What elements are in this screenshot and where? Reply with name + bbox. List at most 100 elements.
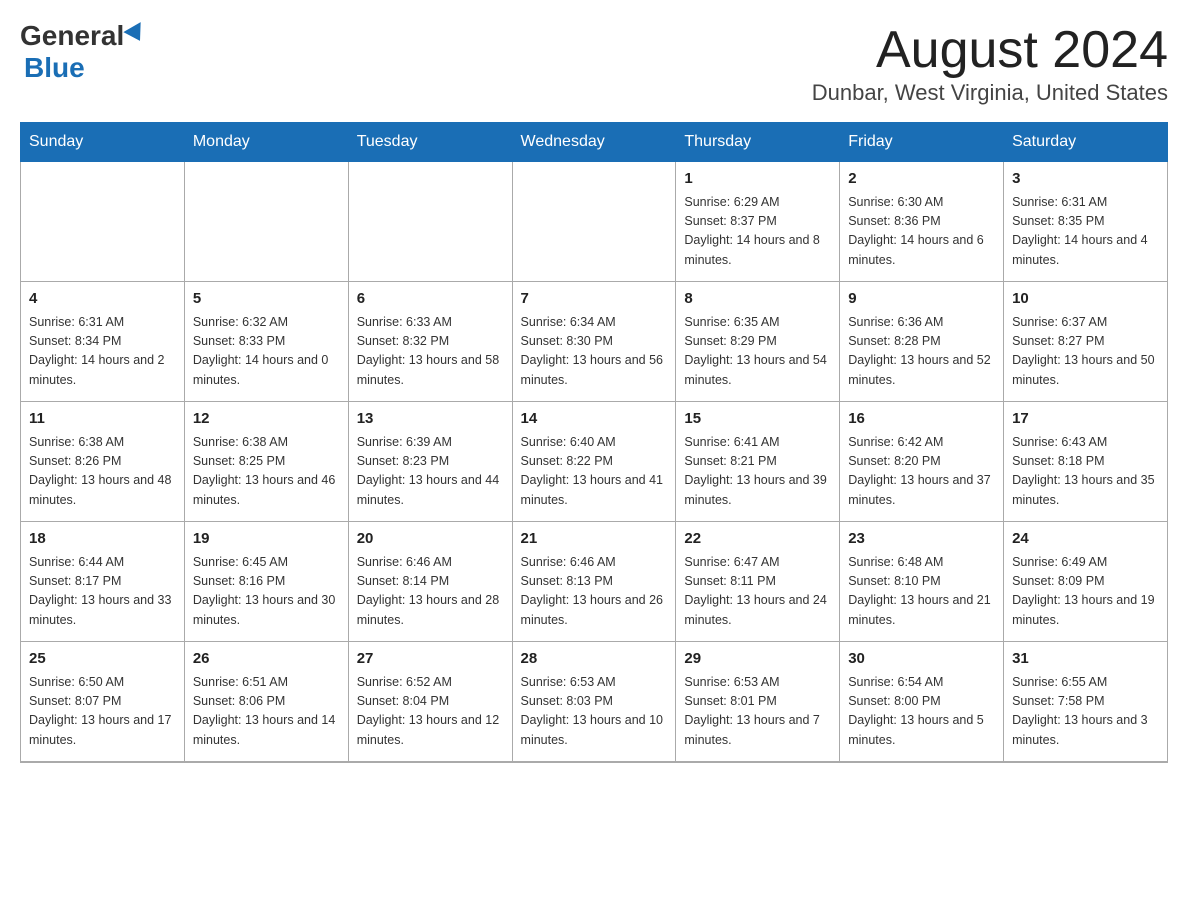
calendar-cell: 2Sunrise: 6:30 AM Sunset: 8:36 PM Daylig… bbox=[840, 162, 1004, 282]
day-number: 27 bbox=[357, 648, 504, 671]
day-info: Sunrise: 6:34 AM Sunset: 8:30 PM Dayligh… bbox=[521, 313, 668, 391]
header-day-sunday: Sunday bbox=[21, 123, 185, 162]
calendar-cell: 8Sunrise: 6:35 AM Sunset: 8:29 PM Daylig… bbox=[676, 282, 840, 402]
day-info: Sunrise: 6:53 AM Sunset: 8:01 PM Dayligh… bbox=[684, 673, 831, 751]
page-header: General Blue August 2024 Dunbar, West Vi… bbox=[20, 20, 1168, 106]
calendar-cell bbox=[184, 162, 348, 282]
day-number: 7 bbox=[521, 288, 668, 311]
day-number: 13 bbox=[357, 408, 504, 431]
day-info: Sunrise: 6:31 AM Sunset: 8:35 PM Dayligh… bbox=[1012, 193, 1159, 271]
day-number: 11 bbox=[29, 408, 176, 431]
calendar-cell: 3Sunrise: 6:31 AM Sunset: 8:35 PM Daylig… bbox=[1004, 162, 1168, 282]
day-info: Sunrise: 6:39 AM Sunset: 8:23 PM Dayligh… bbox=[357, 433, 504, 511]
day-info: Sunrise: 6:30 AM Sunset: 8:36 PM Dayligh… bbox=[848, 193, 995, 271]
day-number: 10 bbox=[1012, 288, 1159, 311]
calendar-cell: 18Sunrise: 6:44 AM Sunset: 8:17 PM Dayli… bbox=[21, 522, 185, 642]
week-row-5: 25Sunrise: 6:50 AM Sunset: 8:07 PM Dayli… bbox=[21, 642, 1168, 762]
calendar-cell: 13Sunrise: 6:39 AM Sunset: 8:23 PM Dayli… bbox=[348, 402, 512, 522]
calendar-cell bbox=[348, 162, 512, 282]
logo-blue-text: Blue bbox=[24, 52, 85, 83]
calendar-cell: 17Sunrise: 6:43 AM Sunset: 8:18 PM Dayli… bbox=[1004, 402, 1168, 522]
calendar-cell: 14Sunrise: 6:40 AM Sunset: 8:22 PM Dayli… bbox=[512, 402, 676, 522]
day-number: 5 bbox=[193, 288, 340, 311]
week-row-2: 4Sunrise: 6:31 AM Sunset: 8:34 PM Daylig… bbox=[21, 282, 1168, 402]
day-number: 28 bbox=[521, 648, 668, 671]
calendar-cell: 16Sunrise: 6:42 AM Sunset: 8:20 PM Dayli… bbox=[840, 402, 1004, 522]
day-info: Sunrise: 6:54 AM Sunset: 8:00 PM Dayligh… bbox=[848, 673, 995, 751]
day-info: Sunrise: 6:52 AM Sunset: 8:04 PM Dayligh… bbox=[357, 673, 504, 751]
calendar-cell bbox=[512, 162, 676, 282]
day-number: 15 bbox=[684, 408, 831, 431]
day-info: Sunrise: 6:46 AM Sunset: 8:14 PM Dayligh… bbox=[357, 553, 504, 631]
header-day-friday: Friday bbox=[840, 123, 1004, 162]
calendar-cell: 20Sunrise: 6:46 AM Sunset: 8:14 PM Dayli… bbox=[348, 522, 512, 642]
calendar-cell: 9Sunrise: 6:36 AM Sunset: 8:28 PM Daylig… bbox=[840, 282, 1004, 402]
calendar-cell: 26Sunrise: 6:51 AM Sunset: 8:06 PM Dayli… bbox=[184, 642, 348, 762]
day-number: 20 bbox=[357, 528, 504, 551]
calendar-table: SundayMondayTuesdayWednesdayThursdayFrid… bbox=[20, 122, 1168, 763]
day-info: Sunrise: 6:29 AM Sunset: 8:37 PM Dayligh… bbox=[684, 193, 831, 271]
day-number: 25 bbox=[29, 648, 176, 671]
day-info: Sunrise: 6:43 AM Sunset: 8:18 PM Dayligh… bbox=[1012, 433, 1159, 511]
calendar-header: SundayMondayTuesdayWednesdayThursdayFrid… bbox=[21, 123, 1168, 162]
day-number: 23 bbox=[848, 528, 995, 551]
day-number: 8 bbox=[684, 288, 831, 311]
week-row-4: 18Sunrise: 6:44 AM Sunset: 8:17 PM Dayli… bbox=[21, 522, 1168, 642]
day-number: 29 bbox=[684, 648, 831, 671]
calendar-cell: 29Sunrise: 6:53 AM Sunset: 8:01 PM Dayli… bbox=[676, 642, 840, 762]
day-number: 18 bbox=[29, 528, 176, 551]
calendar-cell: 30Sunrise: 6:54 AM Sunset: 8:00 PM Dayli… bbox=[840, 642, 1004, 762]
logo-triangle-icon bbox=[124, 22, 149, 46]
day-info: Sunrise: 6:49 AM Sunset: 8:09 PM Dayligh… bbox=[1012, 553, 1159, 631]
day-info: Sunrise: 6:33 AM Sunset: 8:32 PM Dayligh… bbox=[357, 313, 504, 391]
day-number: 3 bbox=[1012, 168, 1159, 191]
header-day-wednesday: Wednesday bbox=[512, 123, 676, 162]
calendar-cell bbox=[21, 162, 185, 282]
day-number: 24 bbox=[1012, 528, 1159, 551]
day-number: 17 bbox=[1012, 408, 1159, 431]
page-subtitle: Dunbar, West Virginia, United States bbox=[812, 80, 1168, 106]
day-number: 31 bbox=[1012, 648, 1159, 671]
day-info: Sunrise: 6:31 AM Sunset: 8:34 PM Dayligh… bbox=[29, 313, 176, 391]
day-info: Sunrise: 6:44 AM Sunset: 8:17 PM Dayligh… bbox=[29, 553, 176, 631]
calendar-cell: 28Sunrise: 6:53 AM Sunset: 8:03 PM Dayli… bbox=[512, 642, 676, 762]
day-number: 30 bbox=[848, 648, 995, 671]
day-info: Sunrise: 6:36 AM Sunset: 8:28 PM Dayligh… bbox=[848, 313, 995, 391]
calendar-cell: 25Sunrise: 6:50 AM Sunset: 8:07 PM Dayli… bbox=[21, 642, 185, 762]
calendar-cell: 5Sunrise: 6:32 AM Sunset: 8:33 PM Daylig… bbox=[184, 282, 348, 402]
day-number: 22 bbox=[684, 528, 831, 551]
day-info: Sunrise: 6:48 AM Sunset: 8:10 PM Dayligh… bbox=[848, 553, 995, 631]
day-info: Sunrise: 6:32 AM Sunset: 8:33 PM Dayligh… bbox=[193, 313, 340, 391]
day-number: 21 bbox=[521, 528, 668, 551]
calendar-cell: 1Sunrise: 6:29 AM Sunset: 8:37 PM Daylig… bbox=[676, 162, 840, 282]
week-row-1: 1Sunrise: 6:29 AM Sunset: 8:37 PM Daylig… bbox=[21, 162, 1168, 282]
day-info: Sunrise: 6:53 AM Sunset: 8:03 PM Dayligh… bbox=[521, 673, 668, 751]
day-number: 9 bbox=[848, 288, 995, 311]
day-info: Sunrise: 6:40 AM Sunset: 8:22 PM Dayligh… bbox=[521, 433, 668, 511]
page-title: August 2024 bbox=[812, 20, 1168, 80]
day-number: 2 bbox=[848, 168, 995, 191]
header-day-thursday: Thursday bbox=[676, 123, 840, 162]
day-info: Sunrise: 6:38 AM Sunset: 8:25 PM Dayligh… bbox=[193, 433, 340, 511]
calendar-cell: 21Sunrise: 6:46 AM Sunset: 8:13 PM Dayli… bbox=[512, 522, 676, 642]
calendar-cell: 31Sunrise: 6:55 AM Sunset: 7:58 PM Dayli… bbox=[1004, 642, 1168, 762]
header-day-monday: Monday bbox=[184, 123, 348, 162]
calendar-cell: 6Sunrise: 6:33 AM Sunset: 8:32 PM Daylig… bbox=[348, 282, 512, 402]
title-block: August 2024 Dunbar, West Virginia, Unite… bbox=[812, 20, 1168, 106]
day-info: Sunrise: 6:46 AM Sunset: 8:13 PM Dayligh… bbox=[521, 553, 668, 631]
logo: General Blue bbox=[20, 20, 146, 84]
week-row-3: 11Sunrise: 6:38 AM Sunset: 8:26 PM Dayli… bbox=[21, 402, 1168, 522]
calendar-cell: 12Sunrise: 6:38 AM Sunset: 8:25 PM Dayli… bbox=[184, 402, 348, 522]
day-info: Sunrise: 6:37 AM Sunset: 8:27 PM Dayligh… bbox=[1012, 313, 1159, 391]
day-number: 14 bbox=[521, 408, 668, 431]
day-info: Sunrise: 6:47 AM Sunset: 8:11 PM Dayligh… bbox=[684, 553, 831, 631]
day-number: 1 bbox=[684, 168, 831, 191]
day-number: 16 bbox=[848, 408, 995, 431]
day-info: Sunrise: 6:50 AM Sunset: 8:07 PM Dayligh… bbox=[29, 673, 176, 751]
day-number: 6 bbox=[357, 288, 504, 311]
calendar-cell: 24Sunrise: 6:49 AM Sunset: 8:09 PM Dayli… bbox=[1004, 522, 1168, 642]
header-day-tuesday: Tuesday bbox=[348, 123, 512, 162]
calendar-cell: 15Sunrise: 6:41 AM Sunset: 8:21 PM Dayli… bbox=[676, 402, 840, 522]
day-info: Sunrise: 6:45 AM Sunset: 8:16 PM Dayligh… bbox=[193, 553, 340, 631]
day-number: 26 bbox=[193, 648, 340, 671]
